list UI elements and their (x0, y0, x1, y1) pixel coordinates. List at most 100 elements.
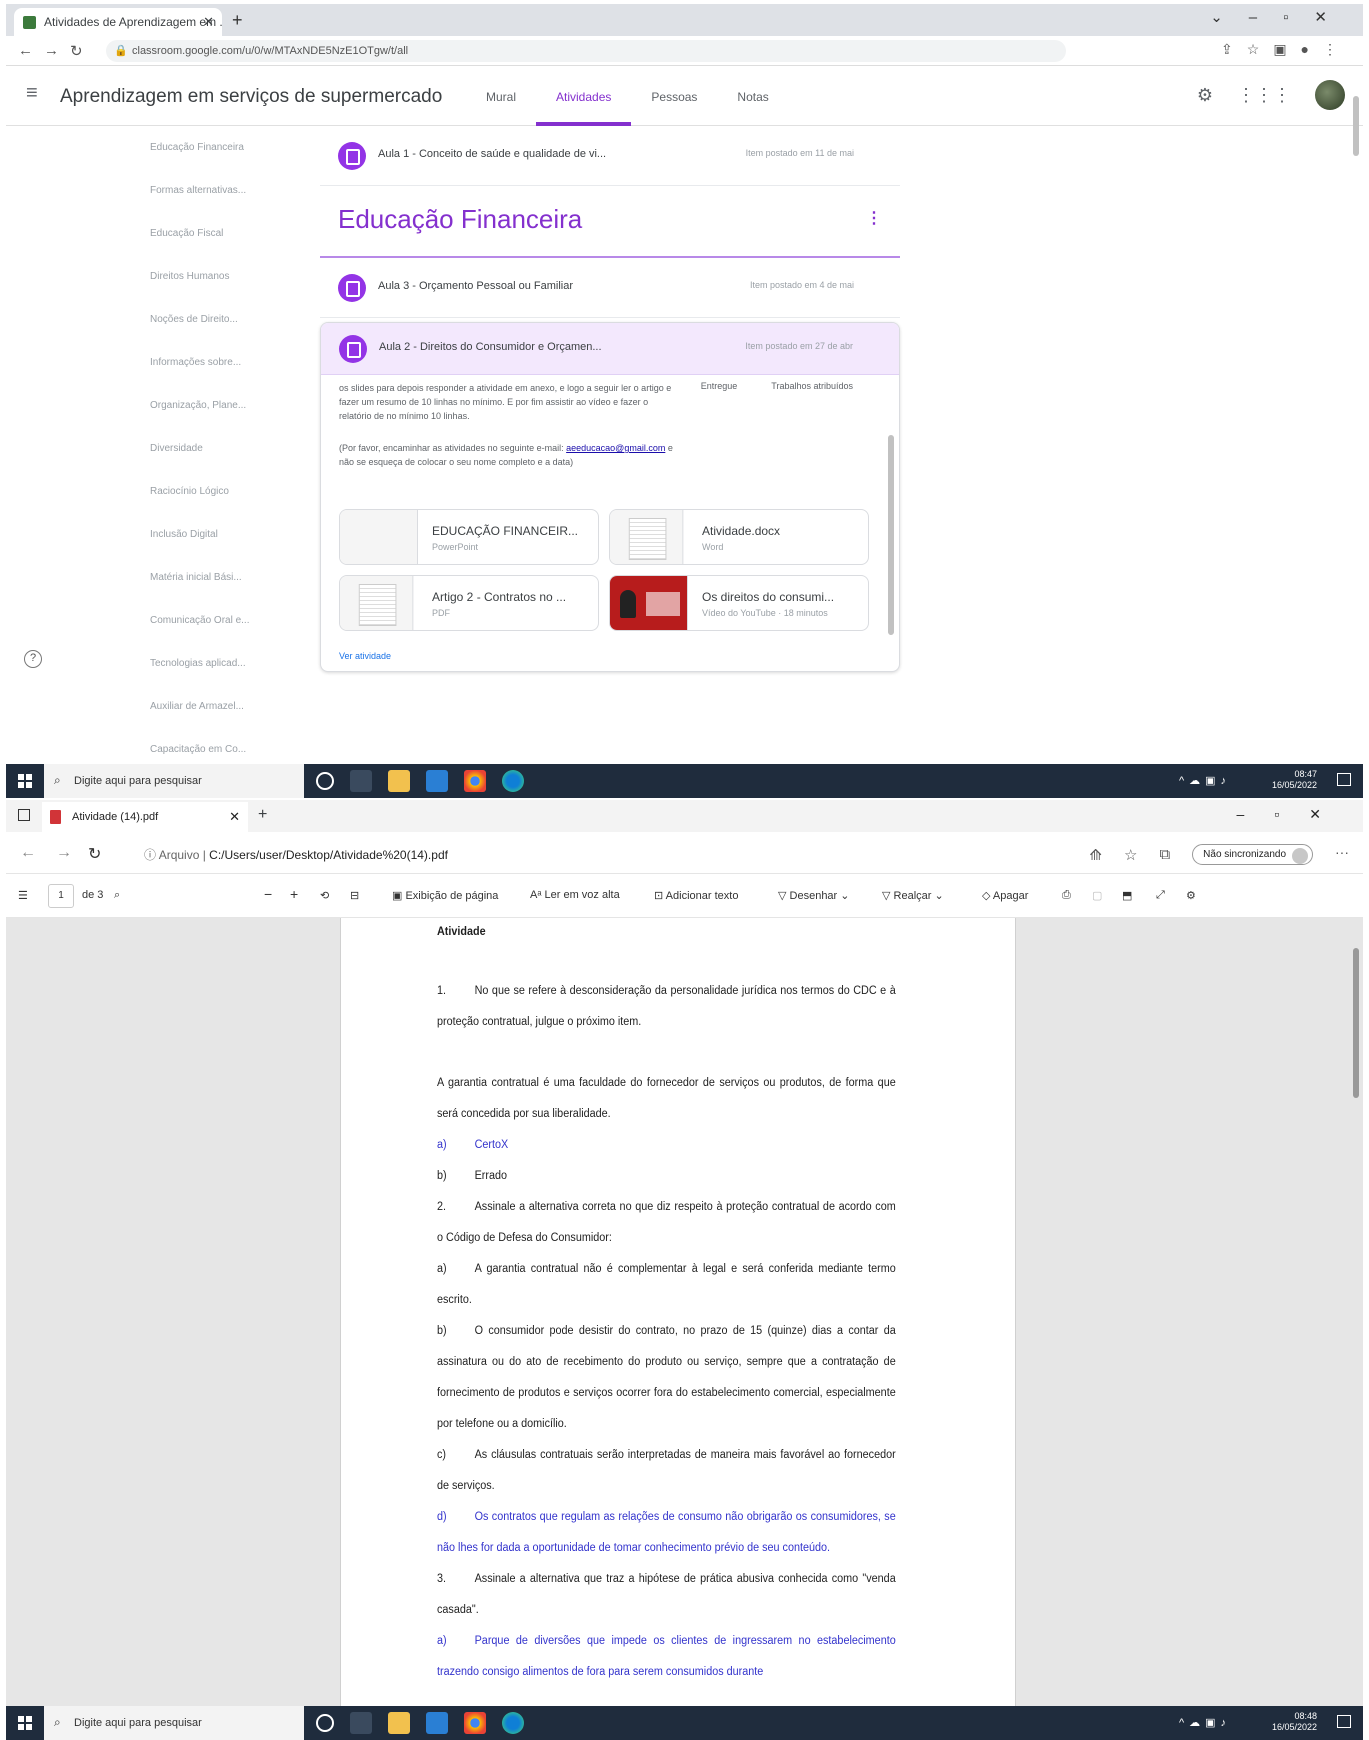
system-tray-icons[interactable]: ^☁▣♪ (1179, 774, 1231, 787)
page-number-input[interactable]: 1 (48, 884, 74, 908)
reload-icon[interactable]: ↻ (88, 844, 101, 864)
assignment-row[interactable]: Aula 1 - Conceito de saúde e qualidade d… (320, 126, 900, 186)
tab-actions-icon[interactable] (18, 809, 30, 821)
email-link[interactable]: aeeducacao@gmail.com (566, 443, 665, 453)
window-controls[interactable]: –▫✕ (1237, 806, 1351, 823)
sidebar-item[interactable]: Organização, Plane... (150, 384, 310, 427)
turned-in-stat[interactable]: Entregue (701, 381, 738, 391)
tab-pessoas[interactable]: Pessoas (631, 66, 717, 126)
cortana-icon[interactable] (316, 772, 334, 790)
windows-start-icon[interactable] (18, 774, 32, 788)
material-attachment[interactable]: Atividade.docx Word (609, 509, 869, 565)
page-view-button[interactable]: ▣ Exibição de página (392, 889, 498, 902)
print-icon[interactable]: ⎙ (1062, 889, 1071, 902)
reload-icon[interactable]: ↻ (70, 42, 83, 60)
draw-button[interactable]: ▽ Desenhar ⌄ (778, 889, 850, 902)
forward-icon[interactable]: → (44, 42, 59, 59)
material-attachment[interactable]: Artigo 2 - Contratos no ... PDF (339, 575, 599, 631)
browser-tab-pdf[interactable]: Atividade (14).pdf ✕ (42, 802, 248, 832)
url-field[interactable]: 🔒 classroom.google.com/u/0/w/MTAxNDE5NzE… (106, 40, 1066, 62)
back-icon[interactable]: ← (18, 42, 33, 59)
chrome-icon[interactable] (464, 1712, 486, 1734)
new-tab-icon[interactable]: + (232, 10, 243, 31)
assigned-stat[interactable]: Trabalhos atribuídos (771, 381, 853, 391)
material-attachment[interactable]: EDUCAÇÃO FINANCEIR... PowerPoint (339, 509, 599, 565)
taskbar-search-field[interactable]: ⌕ Digite aqui para pesquisar (44, 764, 304, 798)
collections-icon[interactable]: ⧉ (1159, 846, 1170, 863)
expanded-assignment-header[interactable]: Aula 2 - Direitos do Consumidor e Orçame… (321, 323, 899, 375)
rotate-icon[interactable]: ⟲ (320, 889, 329, 902)
clock[interactable]: 08:48 16/05/2022 (1272, 1711, 1317, 1733)
erase-button[interactable]: ◇ Apagar (982, 889, 1028, 902)
browser-tab-classroom[interactable]: Atividades de Aprendizagem em ... ✕ (14, 8, 222, 36)
sidebar-item[interactable]: Diversidade (150, 427, 310, 470)
edge-icon[interactable] (502, 770, 524, 792)
task-view-icon[interactable] (350, 770, 372, 792)
sidebar-item[interactable]: Educação Financeira (150, 126, 310, 169)
page-scrollbar[interactable] (1351, 66, 1361, 686)
sidebar-item[interactable]: Informações sobre... (150, 341, 310, 384)
taskbar-search-field[interactable]: ⌕ Digite aqui para pesquisar (44, 1706, 304, 1740)
zoom-in-icon[interactable]: + (290, 886, 298, 902)
forward-icon[interactable]: → (56, 844, 72, 862)
more-options-icon[interactable]: ⋮ (866, 208, 882, 228)
assignment-row[interactable]: Aula 3 - Orçamento Pessoal ou Familiar I… (320, 258, 900, 318)
add-text-button[interactable]: ⊡ Adicionar texto (654, 889, 738, 902)
url-field[interactable]: ⓘ Arquivo | C:/Users/user/Desktop/Ativid… (144, 846, 448, 863)
store-icon[interactable] (426, 770, 448, 792)
read-aloud-button[interactable]: Aᵃ Ler em voz alta (530, 889, 620, 901)
read-aloud-icon[interactable]: ⟰ (1089, 846, 1102, 864)
store-icon[interactable] (426, 1712, 448, 1734)
menu-icon[interactable]: ≡ (26, 82, 38, 105)
sidebar-item[interactable]: Tecnologias aplicad... (150, 642, 310, 685)
sidebar-item[interactable]: Auxiliar de Armazel... (150, 685, 310, 728)
windows-start-icon[interactable] (18, 1716, 32, 1730)
view-assignment-link[interactable]: Ver atividade (339, 651, 391, 661)
sidebar-item[interactable]: Raciocínio Lógico (150, 470, 310, 513)
notifications-icon[interactable] (1337, 1715, 1351, 1728)
favorite-icon[interactable]: ☆ (1124, 846, 1137, 864)
highlight-button[interactable]: ▽ Realçar ⌄ (882, 889, 944, 902)
sidebar-item[interactable]: Noções de Direito... (150, 298, 310, 341)
card-scrollbar[interactable] (887, 375, 895, 637)
material-attachment[interactable]: Os direitos do consumi... Vídeo do YouTu… (609, 575, 869, 631)
settings-icon[interactable]: ⚙ (1197, 85, 1213, 106)
system-tray-icons[interactable]: ^☁▣♪ (1179, 1716, 1231, 1729)
sidebar-item[interactable]: Matéria inicial Bási... (150, 556, 310, 599)
more-icon[interactable]: ··· (1335, 844, 1349, 860)
close-tab-icon[interactable]: ✕ (229, 809, 240, 825)
course-title[interactable]: Aprendizagem em serviços de supermercado (60, 86, 442, 108)
fit-page-icon[interactable]: ⊟ (350, 889, 359, 902)
new-tab-icon[interactable]: + (258, 806, 267, 824)
clock[interactable]: 08:47 16/05/2022 (1272, 769, 1317, 791)
save-as-icon[interactable]: ⬒ (1122, 889, 1132, 902)
contents-icon[interactable]: ☰ (18, 889, 28, 902)
notifications-icon[interactable] (1337, 773, 1351, 786)
tab-notas[interactable]: Notas (717, 66, 788, 126)
sidebar-item[interactable]: Direitos Humanos (150, 255, 310, 298)
close-tab-icon[interactable]: ✕ (203, 14, 214, 30)
pdf-scrollbar[interactable] (1351, 918, 1361, 1706)
help-icon[interactable]: ? (24, 650, 42, 668)
zoom-out-icon[interactable]: − (264, 886, 272, 902)
cortana-icon[interactable] (316, 1714, 334, 1732)
chrome-icon[interactable] (464, 770, 486, 792)
window-controls[interactable]: ⌄–▫✕ (1210, 8, 1353, 26)
task-view-icon[interactable] (350, 1712, 372, 1734)
search-icon[interactable]: ⌕ (114, 889, 120, 902)
sidebar-item[interactable]: Educação Fiscal (150, 212, 310, 255)
tab-atividades[interactable]: Atividades (536, 66, 632, 126)
sidebar-item[interactable]: Formas alternativas... (150, 169, 310, 212)
settings-icon[interactable]: ⚙ (1186, 889, 1196, 902)
file-explorer-icon[interactable] (388, 1712, 410, 1734)
file-explorer-icon[interactable] (388, 770, 410, 792)
sidebar-item[interactable]: Inclusão Digital (150, 513, 310, 556)
back-icon[interactable]: ← (20, 844, 36, 862)
fullscreen-icon[interactable]: ⤢ (1156, 889, 1165, 902)
edge-icon[interactable] (502, 1712, 524, 1734)
avatar[interactable] (1315, 80, 1345, 110)
apps-grid-icon[interactable]: ⋮⋮⋮ (1237, 85, 1291, 106)
browser-tools-icons[interactable]: ⇪☆▣●⋮ (1221, 41, 1351, 58)
profile-sync-button[interactable]: Não sincronizando (1192, 844, 1313, 865)
sidebar-item[interactable]: Comunicação Oral e... (150, 599, 310, 642)
